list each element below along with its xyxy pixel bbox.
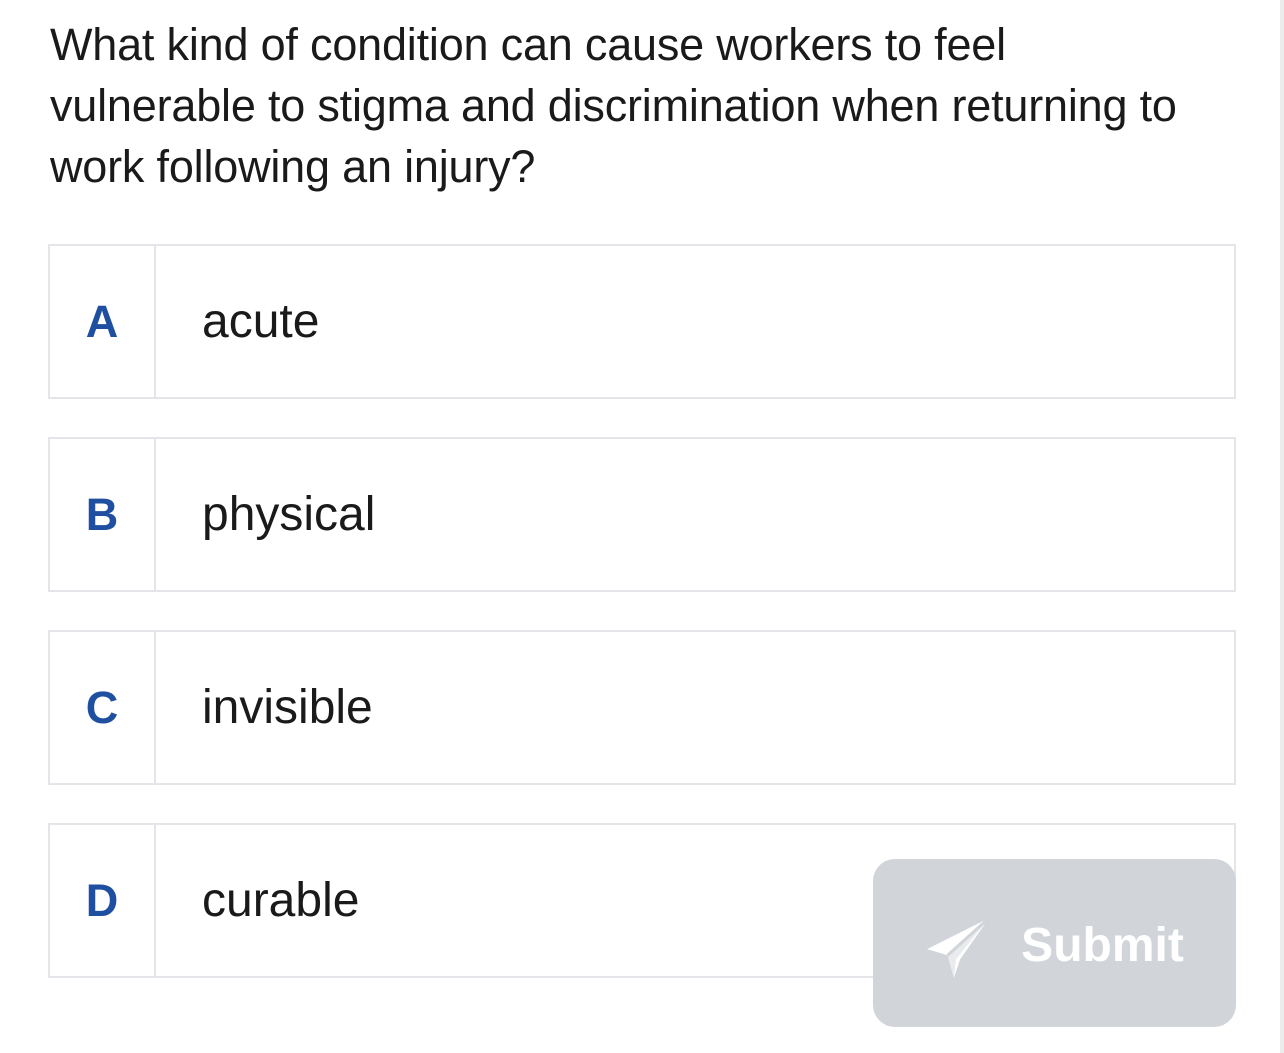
option-text: curable (202, 874, 360, 927)
option-a[interactable]: A acute (48, 244, 1236, 399)
option-letter: D (50, 825, 156, 976)
option-text: acute (202, 295, 320, 348)
send-icon (927, 916, 991, 978)
option-b[interactable]: B physical (48, 437, 1236, 592)
option-letter: B (50, 439, 156, 590)
option-text: invisible (202, 681, 373, 734)
option-letter: A (50, 246, 156, 397)
option-letter: C (50, 632, 156, 783)
submit-label: Submit (1021, 918, 1184, 972)
submit-button[interactable]: Submit (873, 859, 1236, 1027)
option-c[interactable]: C invisible (48, 630, 1236, 785)
question-text: What kind of condition can cause workers… (50, 19, 1177, 192)
quiz-page: What kind of condition can cause workers… (0, 0, 1284, 1053)
option-text: physical (202, 488, 376, 541)
